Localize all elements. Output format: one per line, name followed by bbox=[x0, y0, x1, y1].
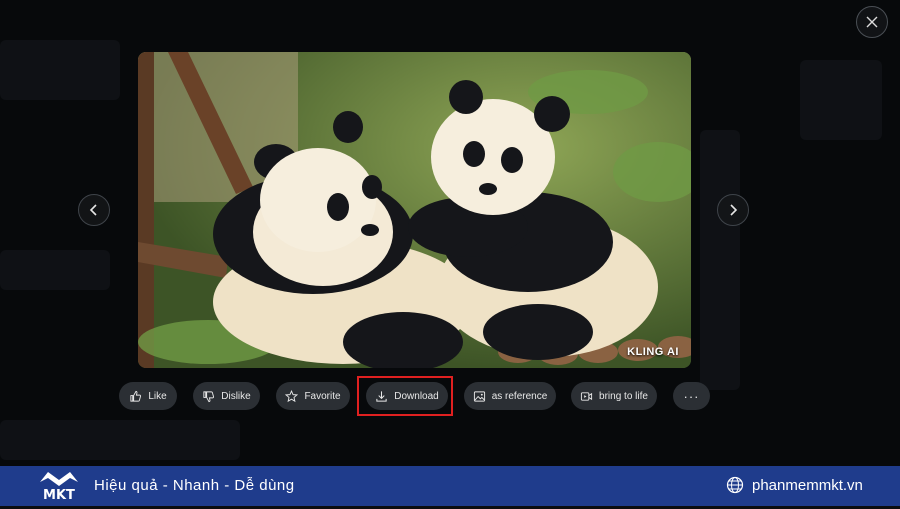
brand-banner: MKT Hiệu quả - Nhanh - Dễ dùng phanmemmk… bbox=[0, 466, 900, 506]
slogan-text: Hiệu quả - Nhanh - Dễ dùng bbox=[94, 477, 295, 494]
generated-image: KLING AI bbox=[138, 52, 691, 368]
thumbs-up-icon bbox=[130, 390, 142, 402]
as-reference-label: as reference bbox=[491, 390, 548, 402]
svg-text:MKT: MKT bbox=[43, 488, 75, 503]
bring-to-life-label: bring to life bbox=[599, 390, 648, 402]
globe-icon bbox=[726, 476, 744, 494]
like-button[interactable]: Like bbox=[119, 382, 177, 410]
previous-image-button[interactable] bbox=[78, 194, 110, 226]
website-text: phanmemmkt.vn bbox=[752, 476, 863, 494]
bring-to-life-button[interactable]: bring to life bbox=[571, 382, 657, 410]
download-highlight-box bbox=[357, 376, 453, 416]
as-reference-button[interactable]: as reference bbox=[464, 382, 556, 410]
video-icon bbox=[580, 391, 593, 401]
image-icon bbox=[473, 390, 485, 402]
favorite-button[interactable]: Favorite bbox=[276, 382, 350, 410]
more-icon: ··· bbox=[683, 388, 700, 404]
thumbs-down-icon bbox=[203, 390, 215, 402]
favorite-label: Favorite bbox=[304, 390, 341, 402]
close-icon bbox=[866, 16, 878, 28]
more-options-button[interactable]: ··· bbox=[673, 382, 710, 410]
panda-image-illustration bbox=[138, 52, 691, 368]
next-image-button[interactable] bbox=[717, 194, 749, 226]
chevron-left-icon bbox=[89, 204, 97, 216]
dislike-button[interactable]: Dislike bbox=[193, 382, 260, 410]
chevron-right-icon bbox=[730, 204, 738, 216]
mkt-logo: MKT bbox=[36, 468, 82, 504]
dislike-label: Dislike bbox=[221, 390, 251, 402]
like-label: Like bbox=[148, 390, 167, 402]
mkt-logo-icon: MKT bbox=[40, 472, 78, 503]
close-button[interactable] bbox=[856, 6, 888, 38]
website-link[interactable]: phanmemmkt.vn bbox=[726, 476, 863, 494]
watermark-text: KLING AI bbox=[627, 346, 679, 358]
star-icon bbox=[285, 389, 299, 402]
